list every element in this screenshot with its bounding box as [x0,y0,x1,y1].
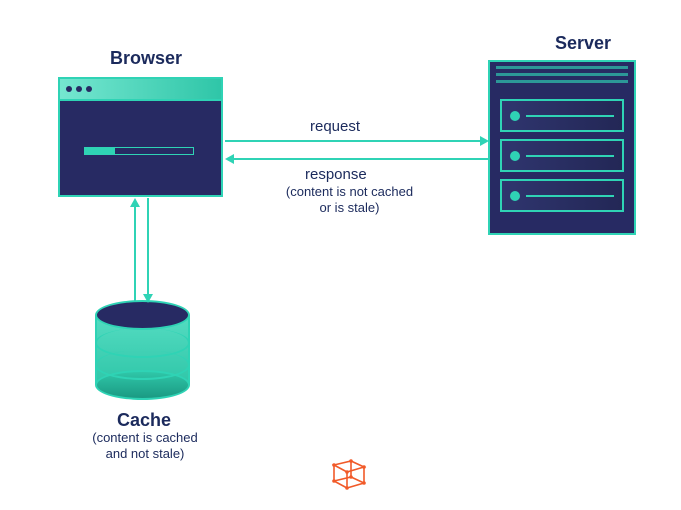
browser-title: Browser [110,48,182,69]
response-label: response [305,166,367,183]
request-arrow-line [225,140,481,142]
cache-up-arrow-line [134,205,136,302]
server-title: Server [555,33,611,54]
browser-titlebar [60,79,221,101]
server-slot [500,179,624,212]
cache-up-arrow-head-icon [130,198,140,207]
led-icon [510,151,520,161]
request-label: request [310,118,360,135]
progress-bar [84,147,194,155]
request-arrow-head-icon [480,136,489,146]
window-dot-icon [66,86,72,92]
response-arrow-head-icon [225,154,234,164]
cache-down-arrow-line [147,198,149,295]
server-slot [500,99,624,132]
cube-logo-icon [326,453,371,493]
progress-fill [85,148,115,154]
led-icon [510,111,520,121]
cache-down-arrow-head-icon [143,294,153,303]
cache-subtitle: (content is cached and not stale) [85,430,205,461]
response-arrow-line [233,158,489,160]
cache-cylinder [95,300,190,400]
response-subtitle: (content is not cached or is stale) [272,184,427,215]
server-slot [500,139,624,172]
browser-window [58,77,223,197]
server-vents [490,62,634,92]
server-rack [488,60,636,235]
window-dot-icon [76,86,82,92]
led-icon [510,191,520,201]
window-dot-icon [86,86,92,92]
cache-title: Cache [117,410,171,431]
